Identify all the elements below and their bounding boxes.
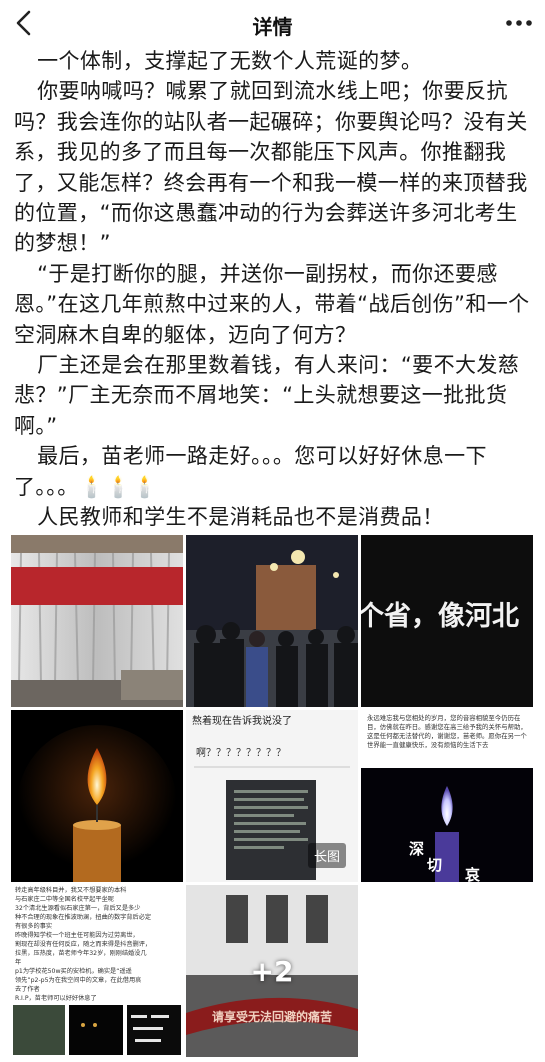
article-paragraph: 最后，苗老师一路走好。。。您可以好好休息一下了。。。🕯️🕯️🕯️ [14, 444, 487, 499]
banner-text: 请享受无法回避的痛苦 [212, 1009, 332, 1024]
article-paragraph: 人民教师和学生不是消耗品也不是消费品！ [37, 505, 444, 530]
post-line: 领先”p2-p5为在我空间中的文章，在此借用哀 [15, 977, 142, 984]
post-line: 昨晚得知学校一个班主任可能因为过劳离世， [15, 932, 139, 939]
memorial-char-2: 切 [427, 856, 442, 874]
memorial-char-1: 深 [409, 840, 424, 858]
post-line: p1为学校花50w买的安检机，确实是“遥遥 [15, 968, 132, 975]
post-line: 去了作者 [15, 986, 40, 993]
article-paragraph: 厂主还是会在那里数着钱，有人来问：“要不大发慈悲？”厂主无奈而不屑地笑：“上头就… [14, 353, 520, 438]
post-line: 转走高年级科目并，我又不想要家的本科 [15, 887, 127, 894]
article-body: 一个体制，支撑起了无数个人荒诞的梦。 你要呐喊吗？喊累了就回到流水线上吧；你要反… [14, 46, 534, 533]
image-thumbnail-chat-screenshot[interactable]: 熬着现在告诉我说没了 啊？？？？？？？？ 长图 [186, 710, 358, 882]
red-curtain-band [11, 567, 183, 605]
screenshot-question-text: 啊？？？？？？？？ [196, 747, 286, 759]
post-text-block: 转走高年级科目并，我又不想要家的本科 与石家庄二中等全国名校平起平坐呢 32个清… [11, 885, 183, 1003]
article-paragraph: 一个体制，支撑起了无数个人荒诞的梦。 [37, 49, 423, 73]
post-line: 拉黑，压热度，苗老师今年32岁，刚刚结婚没几 [15, 950, 147, 957]
page-title: 详情 [252, 15, 293, 39]
post-line: 年 [15, 959, 22, 966]
image-thumbnail-candle[interactable] [11, 710, 183, 882]
post-line: 32个清北生源看似石家庄第一，背后又是多少 [15, 905, 141, 912]
slide-caption: 个省，像河北 [361, 601, 519, 632]
post-line: 与石家庄二中等全国名校平起平坐呢 [15, 896, 114, 903]
image-thumbnail-more-images[interactable]: 请享受无法回避的痛苦 +2 [186, 885, 358, 1057]
memorial-char-3: 哀 [465, 866, 480, 882]
memorial-message-text: 永远难忘我与您相处的岁月，您的音容相貌至今仍历在目，仿佛就在昨日。感谢您在高三给… [361, 710, 533, 768]
more-images-count: +2 [250, 955, 294, 988]
image-thumbnail-night-crowd[interactable] [186, 535, 358, 707]
post-line: 割现在却没有任何反应，随之而来得是抖音删评， [15, 941, 152, 948]
post-line: R.I.P，苗老师可以好好休息了 [15, 995, 97, 1002]
image-grid: 个省，像河北 熬着现在告诉我说没了 啊？？？？？？？？ 长图 永远难忘我与您相处… [11, 535, 535, 1058]
image-thumbnail-memorial-text[interactable]: 永远难忘我与您相处的岁月，您的音容相貌至今仍历在目，仿佛就在昨日。感谢您在高三给… [361, 710, 533, 882]
article-paragraph: 你要呐喊吗？喊累了就回到流水线上吧；你要反抗吗？我会连你的站队者一起碾碎；你要舆… [14, 79, 528, 256]
image-thumbnail-text-slide[interactable]: 个省，像河北 [361, 535, 533, 707]
screenshot-header-text: 熬着现在告诉我说没了 [192, 714, 292, 727]
top-nav-bar: 详情 [0, 0, 545, 46]
post-line: 有很多的事实 [15, 923, 53, 930]
post-line: 种不合理的现象在推波助澜，扭曲的数字背后必定 [15, 914, 152, 921]
article-paragraph: “于是打断你的腿，并送你一副拐杖，而你还要感恩。”在这几年煎熬中过来的人，带着“… [14, 261, 530, 347]
more-horizontal-icon[interactable] [503, 8, 535, 38]
image-thumbnail-classroom-curtain[interactable] [11, 535, 183, 707]
image-thumbnail-post-screenshot[interactable]: 转走高年级科目并，我又不想要家的本科 与石家庄二中等全国名校平起平坐呢 32个清… [11, 885, 183, 1057]
long-image-badge: 长图 [307, 843, 346, 868]
